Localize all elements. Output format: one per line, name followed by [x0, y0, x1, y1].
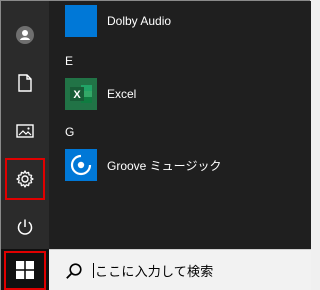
app-list: Dolby Audio E X Excel G Groove ミュージック — [49, 1, 311, 249]
start-menu-rail — [1, 1, 49, 249]
excel-icon: X — [65, 78, 97, 110]
search-icon — [66, 262, 82, 279]
documents-button[interactable] — [1, 63, 49, 103]
app-label-groove-music: Groove ミュージック — [107, 158, 222, 173]
app-excel[interactable]: X Excel — [65, 74, 311, 114]
user-avatar-icon — [16, 26, 34, 44]
pictures-button[interactable] — [1, 111, 49, 151]
pictures-icon — [16, 124, 34, 138]
user-account-button[interactable] — [1, 15, 49, 55]
app-groove-music[interactable]: Groove ミュージック — [65, 145, 311, 185]
start-button-highlight-frame — [4, 251, 46, 290]
power-button[interactable] — [1, 207, 49, 247]
dolby-audio-icon — [65, 5, 97, 37]
app-label-excel: Excel — [107, 87, 137, 101]
search-input[interactable]: ここに入力して検索 — [93, 261, 213, 280]
document-icon — [18, 74, 32, 92]
section-header-e[interactable]: E — [65, 54, 73, 68]
app-dolby-audio[interactable]: Dolby Audio — [65, 1, 311, 41]
text-cursor — [93, 263, 94, 278]
app-label-dolby-audio: Dolby Audio — [107, 14, 172, 28]
svg-text:X: X — [73, 89, 81, 101]
power-icon — [17, 219, 33, 235]
section-header-g[interactable]: G — [65, 125, 74, 139]
taskbar: ここに入力して検索 — [1, 249, 311, 290]
search-box[interactable]: ここに入力して検索 — [49, 249, 311, 290]
start-menu: Dolby Audio E X Excel G Groove ミュージック ここ… — [0, 0, 311, 290]
search-placeholder: ここに入力して検索 — [95, 264, 214, 279]
groove-music-icon — [65, 149, 97, 181]
settings-highlight-frame — [5, 158, 45, 200]
